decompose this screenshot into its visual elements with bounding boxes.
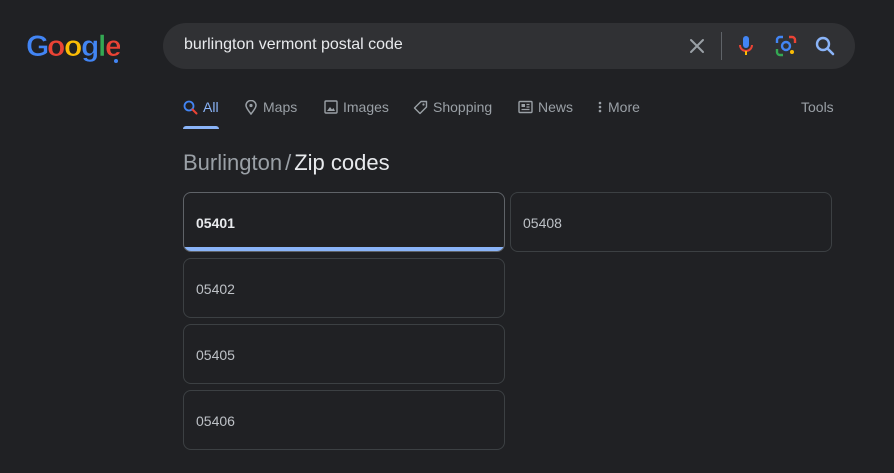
svg-text:e: e: [105, 30, 120, 63]
more-vertical-icon: [598, 101, 602, 113]
tab-maps[interactable]: Maps: [244, 96, 297, 118]
search-bar-divider: [721, 32, 722, 60]
tab-news[interactable]: News: [518, 96, 573, 118]
microphone-icon[interactable]: [734, 34, 758, 58]
clear-icon[interactable]: [685, 34, 709, 58]
search-submit-icon[interactable]: [813, 34, 837, 58]
tab-label: More: [608, 99, 640, 115]
lens-icon[interactable]: [774, 34, 798, 58]
tab-shopping[interactable]: Shopping: [413, 96, 492, 118]
svg-text:o: o: [47, 30, 65, 63]
tab-label: Maps: [263, 99, 298, 115]
svg-text:o: o: [64, 30, 82, 63]
image-icon: [324, 100, 338, 114]
search-icon: [183, 100, 198, 114]
search-results-page: G o o g l e burlington vermont postal co…: [0, 0, 894, 473]
svg-text:g: g: [81, 30, 99, 63]
breadcrumb-parent[interactable]: Burlington: [183, 150, 282, 175]
breadcrumb-current: Zip codes: [294, 150, 390, 175]
google-logo[interactable]: G o o g l e: [26, 28, 122, 64]
zip-code-card-05401[interactable]: 05401: [183, 192, 505, 252]
newspaper-icon: [518, 100, 533, 114]
zip-code-label: 05408: [523, 215, 562, 231]
zip-code-card-05402[interactable]: 05402: [183, 258, 505, 318]
zip-code-card-05408[interactable]: 05408: [510, 192, 832, 252]
zip-code-card-05405[interactable]: 05405: [183, 324, 505, 384]
zip-code-label: 05401: [196, 215, 235, 231]
tab-label: Images: [343, 99, 389, 115]
tab-all[interactable]: All: [183, 96, 219, 118]
tab-label: Shopping: [433, 99, 493, 115]
search-input[interactable]: burlington vermont postal code: [184, 36, 403, 54]
tab-images[interactable]: Images: [324, 96, 389, 118]
active-tab-indicator: [183, 126, 219, 129]
svg-text:G: G: [26, 30, 49, 63]
tab-label: All: [203, 99, 219, 115]
breadcrumb-separator: /: [285, 150, 292, 175]
tag-icon: [413, 100, 428, 114]
zip-code-card-05406[interactable]: 05406: [183, 390, 505, 450]
tools-label: Tools: [801, 99, 834, 115]
zip-code-label: 05402: [196, 281, 235, 297]
tools-button[interactable]: Tools: [801, 96, 834, 118]
zip-code-label: 05405: [196, 347, 235, 363]
tab-more[interactable]: More: [597, 96, 640, 118]
map-pin-icon: [245, 99, 257, 115]
breadcrumb: Burlington / Zip codes: [183, 150, 390, 176]
zip-code-label: 05406: [196, 413, 235, 429]
tab-label: News: [538, 99, 574, 115]
search-bar[interactable]: burlington vermont postal code: [163, 23, 855, 69]
